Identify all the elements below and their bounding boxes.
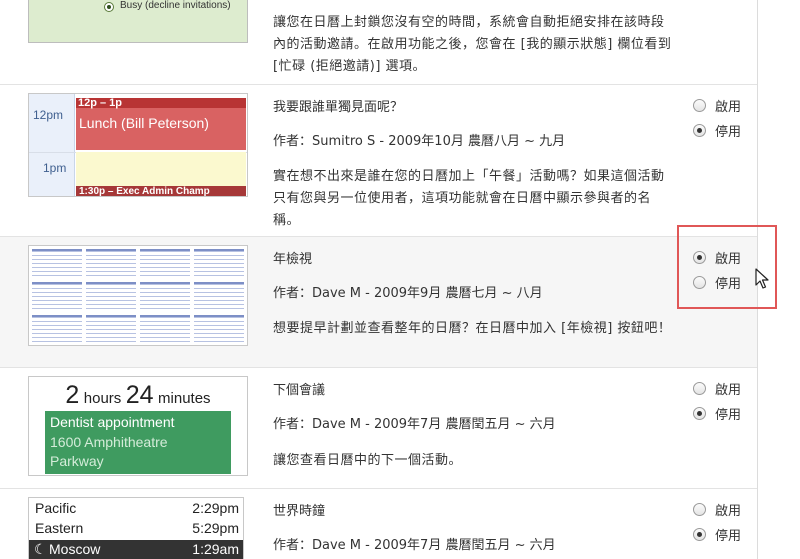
enable-label: 啟用 [715, 100, 742, 115]
month-grid [32, 315, 82, 342]
next-event-address-line1: 1600 Amphitheatre [50, 434, 168, 450]
enable-option[interactable]: 啟用 [693, 379, 741, 398]
night-moon-icon: ☾ [34, 541, 47, 557]
enable-radio[interactable] [693, 99, 706, 112]
next-event-label: 1:30p – Exec Admin Champ [79, 186, 210, 197]
mouse-cursor-icon [755, 268, 769, 289]
month-grid [86, 282, 136, 309]
disable-option[interactable]: 停用 [693, 525, 741, 544]
gadget-row-world-clock: Pacific 2:29pm Eastern 5:29pm ☾ Moscow 1… [0, 489, 757, 559]
disable-radio[interactable] [693, 124, 706, 137]
enable-label: 啟用 [715, 504, 742, 519]
month-grid [194, 315, 244, 342]
next-event-address-line2: Parkway [50, 453, 104, 469]
disable-radio[interactable] [693, 407, 706, 420]
selection-highlight-box [677, 225, 777, 309]
countdown-thumbnail: 2 hours 24 minutes Dentist appointment 1… [28, 376, 248, 476]
busy-thumbnail: Busy (decline invitations) [28, 0, 248, 43]
gadget-author: 作者：Dave M - 2009年7月 農曆閏五月 ~ 六月 [273, 417, 556, 432]
clock-row: Eastern 5:29pm [29, 519, 243, 539]
countdown-minutes: 24 [125, 381, 154, 409]
time-label-12pm: 12pm [33, 108, 64, 122]
gadget-description: 讓您在日曆上封鎖您沒有空的時間，系統會自動拒絕安排在該時段內的活動邀請。在啟用功… [273, 15, 672, 74]
month-grid [194, 249, 244, 276]
gadget-description: 實在想不出來是誰在您的日曆加上「午餐」活動嗎？如果這個活動只有您與另一位使用者，… [273, 169, 665, 228]
countdown-hours: 2 [65, 381, 80, 409]
month-grid [140, 249, 190, 276]
countdown-minutes-unit: minutes [158, 390, 211, 407]
month-grid [140, 315, 190, 342]
enable-option[interactable]: 啟用 [693, 96, 741, 115]
enable-option[interactable]: 啟用 [693, 500, 741, 519]
lunch-event-time: 12p – 1p [78, 97, 123, 109]
clock-time: 1:29am [192, 541, 239, 557]
gadget-author: 作者：Dave M - 2009年7月 農曆閏五月 ~ 六月 [273, 538, 556, 553]
busy-label: Busy (decline invitations) [120, 0, 231, 11]
next-event-name: Dentist appointment [50, 414, 175, 430]
clock-time: 2:29pm [192, 500, 239, 516]
lunch-event-name: Lunch (Bill Peterson) [79, 115, 209, 131]
disable-label: 停用 [715, 408, 742, 423]
gadget-title: 年檢視 [273, 252, 313, 267]
clock-city: Pacific [35, 500, 77, 516]
countdown-display: 2 hours 24 minutes [29, 381, 247, 410]
month-grid [86, 249, 136, 276]
disable-label: 停用 [715, 529, 742, 544]
gadget-title: 世界時鐘 [273, 504, 326, 519]
gadget-description: 讓您查看日曆中的下一個活動。 [273, 453, 463, 468]
enable-radio[interactable] [693, 382, 706, 395]
month-grid [194, 282, 244, 309]
world-clock-thumbnail: Pacific 2:29pm Eastern 5:29pm ☾ Moscow 1… [28, 497, 244, 559]
lunch-thumbnail: 12pm 1pm 12p – 1p Lunch (Bill Peterson) … [28, 93, 248, 197]
clock-city: Moscow [49, 541, 101, 557]
disable-option[interactable]: 停用 [693, 121, 741, 140]
time-label-1pm: 1pm [43, 161, 67, 175]
gadget-row-busy: Busy (decline invitations) 讓您在日曆上封鎖您沒有空的… [0, 0, 757, 85]
clock-row: ☾ Moscow 1:29am [29, 540, 243, 559]
gadget-row-meeting-with: 12pm 1pm 12p – 1p Lunch (Bill Peterson) … [0, 85, 757, 237]
disable-option[interactable]: 停用 [693, 404, 741, 423]
clock-row: Pacific 2:29pm [29, 499, 243, 519]
clock-time: 5:29pm [192, 520, 239, 536]
disable-label: 停用 [715, 125, 742, 140]
disable-radio[interactable] [693, 528, 706, 541]
enable-radio[interactable] [693, 503, 706, 516]
countdown-hours-unit: hours [83, 390, 122, 407]
gadget-author: 作者：Sumitro S - 2009年10月 農曆八月 ~ 九月 [273, 134, 566, 149]
month-grid [32, 249, 82, 276]
gadget-title: 下個會議 [273, 383, 326, 398]
gadget-row-year-view: 年檢視 作者：Dave M - 2009年9月 農曆七月 ~ 八月 想要提早計劃… [0, 237, 757, 368]
busy-radio-icon [104, 2, 114, 12]
month-grid [140, 282, 190, 309]
clock-city: Eastern [35, 520, 84, 536]
gadget-row-next-meeting: 2 hours 24 minutes Dentist appointment 1… [0, 368, 757, 489]
month-grid [86, 315, 136, 342]
gadget-description: 想要提早計劃並查看整年的日曆？在日曆中加入 [年檢視] 按鈕吧！ [273, 321, 672, 336]
gadget-author: 作者：Dave M - 2009年9月 農曆七月 ~ 八月 [273, 286, 543, 301]
year-view-thumbnail [28, 245, 248, 346]
gadget-title: 我要跟誰單獨見面呢？ [273, 100, 404, 115]
enable-label: 啟用 [715, 383, 742, 398]
month-grid [32, 282, 82, 309]
